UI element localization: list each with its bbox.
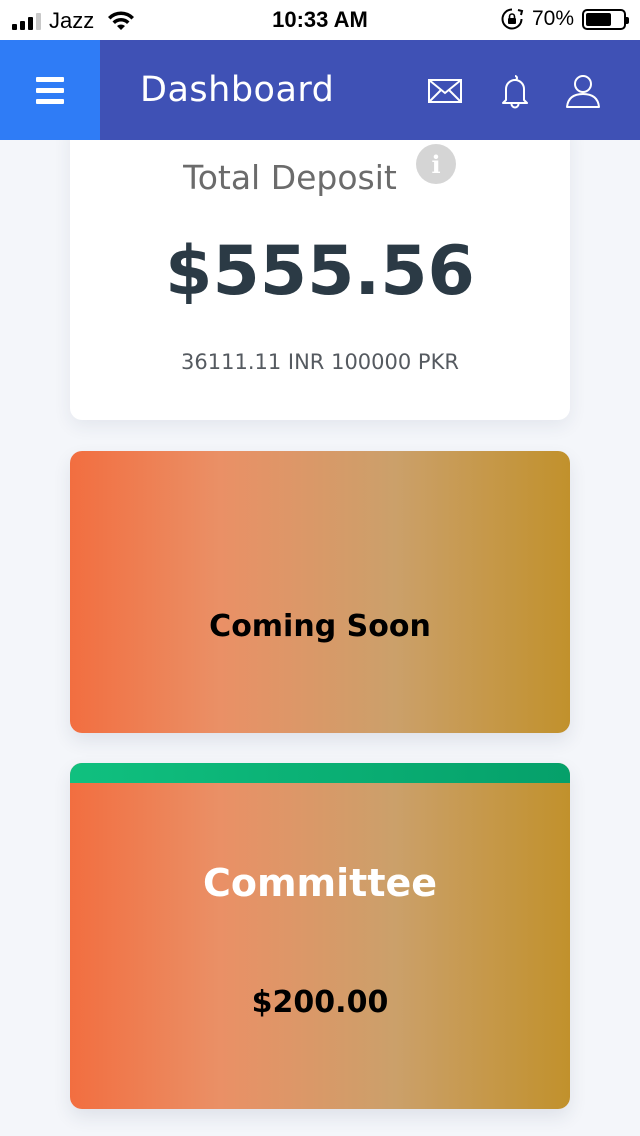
bell-icon xyxy=(502,75,528,109)
battery-icon xyxy=(582,8,629,30)
mail-button[interactable] xyxy=(426,72,464,110)
notifications-button[interactable] xyxy=(496,72,534,110)
menu-button[interactable] xyxy=(0,40,100,140)
deposit-conversion: 36111.11 INR 100000 PKR xyxy=(181,350,459,374)
committee-top-bar xyxy=(70,763,570,783)
status-bar: Jazz 10:33 AM 70% xyxy=(0,0,640,40)
deposit-amount: $555.56 xyxy=(165,232,475,311)
mail-icon xyxy=(428,79,462,103)
total-deposit-card: Total Deposit i $555.56 36111.11 INR 100… xyxy=(70,120,570,420)
app-header: Dashboard xyxy=(0,40,640,140)
profile-button[interactable] xyxy=(564,72,602,110)
status-right: 70% xyxy=(500,7,629,31)
user-icon xyxy=(566,75,600,108)
committee-title: Committee xyxy=(202,861,438,905)
menu-icon xyxy=(36,76,64,104)
battery-fill xyxy=(586,12,612,26)
rotation-lock-icon xyxy=(501,8,524,30)
page-title: Dashboard xyxy=(140,70,335,110)
info-icon[interactable]: i xyxy=(416,144,456,184)
committee-card[interactable]: Committee $200.00 xyxy=(70,763,570,1109)
coming-soon-label: Coming Soon xyxy=(209,609,431,644)
committee-amount: $200.00 xyxy=(251,985,389,1020)
coming-soon-card[interactable]: Coming Soon xyxy=(70,451,570,733)
battery-percent: 70% xyxy=(531,7,574,30)
